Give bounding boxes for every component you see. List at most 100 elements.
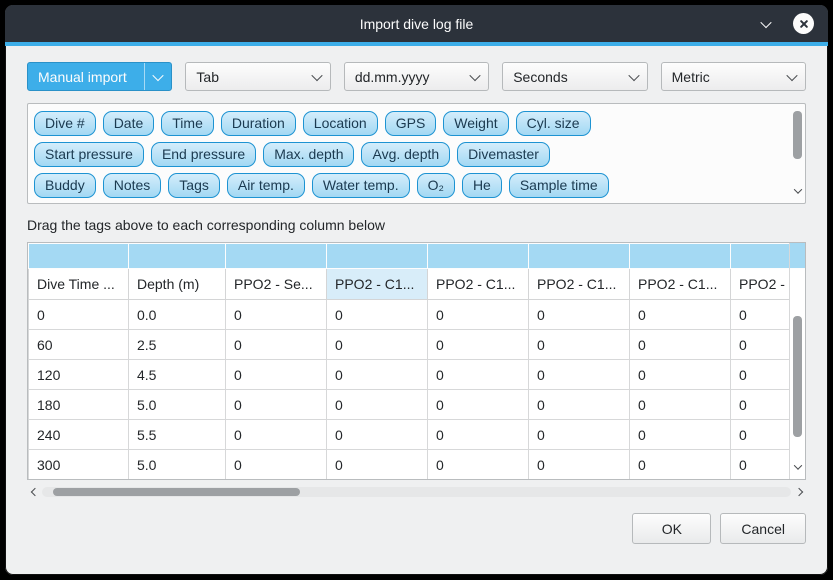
table-cell[interactable]: 0: [731, 420, 790, 450]
combo-duration-format[interactable]: Seconds: [502, 62, 647, 91]
tag-time[interactable]: Time: [161, 111, 214, 136]
tag-buddy[interactable]: Buddy: [34, 173, 96, 198]
tags-scroll-down-icon[interactable]: [790, 188, 805, 203]
close-button[interactable]: [793, 13, 814, 34]
column-header[interactable]: Depth (m): [129, 269, 226, 300]
table-cell[interactable]: 0: [529, 360, 630, 390]
table-cell[interactable]: 0: [428, 300, 529, 330]
column-drop-target[interactable]: [529, 244, 630, 269]
column-header[interactable]: Dive Time ...: [29, 269, 129, 300]
combo-units[interactable]: Metric: [661, 62, 806, 91]
table-cell[interactable]: 0: [731, 390, 790, 420]
table-cell[interactable]: 0: [226, 330, 327, 360]
column-header[interactable]: PPO2 - C1...: [327, 269, 428, 300]
ok-button[interactable]: OK: [632, 513, 711, 544]
combo-date-format[interactable]: dd.mm.yyyy: [344, 62, 489, 91]
tag-air-temp[interactable]: Air temp.: [227, 173, 305, 198]
column-drop-target[interactable]: [129, 244, 226, 269]
tag-he[interactable]: He: [462, 173, 502, 198]
tag-cyl-size[interactable]: Cyl. size: [516, 111, 591, 136]
titlebar[interactable]: Import dive log file: [5, 5, 828, 42]
table-cell[interactable]: 0: [630, 300, 731, 330]
table-cell[interactable]: 0: [731, 360, 790, 390]
hscrollbar-track[interactable]: [42, 487, 791, 497]
table-cell[interactable]: 0: [327, 300, 428, 330]
table-cell[interactable]: 0: [731, 300, 790, 330]
tag-duration[interactable]: Duration: [221, 111, 296, 136]
table-cell[interactable]: 0: [327, 330, 428, 360]
table-cell[interactable]: 5.0: [129, 450, 226, 480]
table-cell[interactable]: 0: [630, 420, 731, 450]
table-scrollbar-thumb[interactable]: [793, 316, 802, 437]
table-cell[interactable]: 0: [327, 360, 428, 390]
hscrollbar-thumb[interactable]: [53, 488, 300, 496]
tag-start-pressure[interactable]: Start pressure: [34, 142, 144, 167]
column-header[interactable]: PPO2 - C1...: [428, 269, 529, 300]
tag-divemaster[interactable]: Divemaster: [457, 142, 550, 167]
table-cell[interactable]: 180: [29, 390, 129, 420]
table-cell[interactable]: 0: [630, 360, 731, 390]
table-cell[interactable]: 0: [529, 300, 630, 330]
tag-end-pressure[interactable]: End pressure: [151, 142, 256, 167]
column-drop-target[interactable]: [630, 244, 731, 269]
tag-notes[interactable]: Notes: [103, 173, 162, 198]
table-cell[interactable]: 0: [327, 420, 428, 450]
table-cell[interactable]: 2.5: [129, 330, 226, 360]
scroll-right-icon[interactable]: [791, 489, 806, 495]
table-cell[interactable]: 0: [327, 450, 428, 480]
tag-avg-depth[interactable]: Avg. depth: [361, 142, 450, 167]
table-cell[interactable]: 300: [29, 450, 129, 480]
tag-dive[interactable]: Dive #: [34, 111, 96, 136]
table-cell[interactable]: 0: [428, 450, 529, 480]
table-cell[interactable]: 0: [731, 330, 790, 360]
tag-weight[interactable]: Weight: [443, 111, 508, 136]
column-drop-target[interactable]: [226, 244, 327, 269]
table-cell[interactable]: 60: [29, 330, 129, 360]
column-drop-target[interactable]: [731, 244, 790, 269]
table-cell[interactable]: 0: [29, 300, 129, 330]
table-cell[interactable]: 0: [226, 420, 327, 450]
table-cell[interactable]: 0: [428, 390, 529, 420]
table-cell[interactable]: 0: [529, 420, 630, 450]
tag-max-depth[interactable]: Max. depth: [263, 142, 354, 167]
tag-tags[interactable]: Tags: [168, 173, 220, 198]
table-cell[interactable]: 0.0: [129, 300, 226, 330]
column-header[interactable]: PPO2 - C1...: [731, 269, 790, 300]
table-cell[interactable]: 0: [226, 450, 327, 480]
tag-water-temp[interactable]: Water temp.: [312, 173, 410, 198]
shade-chevron-down-icon[interactable]: [755, 13, 777, 35]
tag-location[interactable]: Location: [303, 111, 378, 136]
cancel-button[interactable]: Cancel: [720, 513, 806, 544]
tag-gps[interactable]: GPS: [385, 111, 437, 136]
table-cell[interactable]: 0: [428, 360, 529, 390]
table-cell[interactable]: 0: [226, 390, 327, 420]
table-scrollbar[interactable]: [790, 269, 805, 479]
table-cell[interactable]: 0: [226, 300, 327, 330]
table-cell[interactable]: 0: [731, 450, 790, 480]
tags-scrollbar[interactable]: [790, 104, 805, 203]
column-header[interactable]: PPO2 - C1...: [630, 269, 731, 300]
table-cell[interactable]: 0: [630, 450, 731, 480]
column-drop-target[interactable]: [29, 244, 129, 269]
column-drop-target[interactable]: [428, 244, 529, 269]
tag-sample-time[interactable]: Sample time: [509, 173, 609, 198]
column-header[interactable]: PPO2 - Se...: [226, 269, 327, 300]
column-drop-target[interactable]: [327, 244, 428, 269]
tags-scrollbar-thumb[interactable]: [793, 111, 802, 160]
table-cell[interactable]: 5.0: [129, 390, 226, 420]
table-scrollbar-track[interactable]: [790, 269, 805, 464]
table-cell[interactable]: 0: [327, 390, 428, 420]
table-cell[interactable]: 120: [29, 360, 129, 390]
scroll-left-icon[interactable]: [27, 489, 42, 495]
table-cell[interactable]: 0: [630, 390, 731, 420]
table-cell[interactable]: 0: [630, 330, 731, 360]
table-cell[interactable]: 240: [29, 420, 129, 450]
tags-scrollbar-track[interactable]: [790, 104, 805, 188]
table-cell[interactable]: 0: [428, 420, 529, 450]
table-cell[interactable]: 0: [428, 330, 529, 360]
tag-o[interactable]: O₂: [417, 173, 455, 198]
tag-date[interactable]: Date: [103, 111, 155, 136]
table-cell[interactable]: 0: [529, 390, 630, 420]
table-cell[interactable]: 5.5: [129, 420, 226, 450]
table-cell[interactable]: 0: [226, 360, 327, 390]
